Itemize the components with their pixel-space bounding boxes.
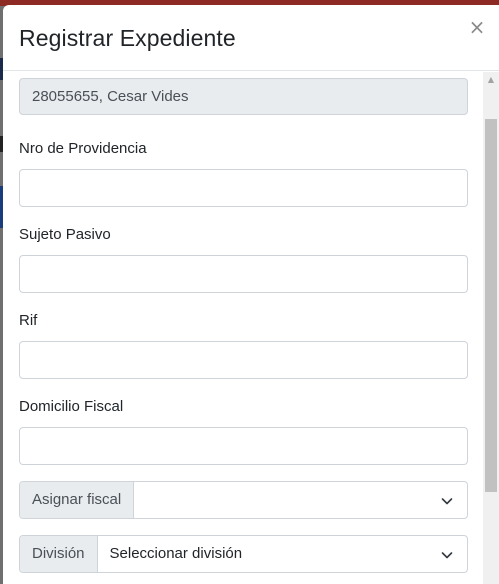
nro-providencia-input[interactable] <box>19 169 468 207</box>
division-selected-value: Seleccionar división <box>109 545 243 562</box>
division-select[interactable]: Seleccionar división <box>98 536 467 572</box>
registrar-expediente-modal: Registrar Expediente × 28055655, Cesar V… <box>3 5 499 584</box>
rif-label: Rif <box>19 312 38 329</box>
asignar-fiscal-group: Asignar fiscal <box>19 481 468 519</box>
modal-body: 28055655, Cesar Vides Nro de Providencia… <box>3 72 483 584</box>
chevron-down-icon <box>441 498 453 505</box>
division-label: División <box>20 536 98 572</box>
division-group: División Seleccionar división <box>19 535 468 573</box>
rif-input[interactable] <box>19 341 468 379</box>
chevron-down-icon <box>441 552 453 559</box>
contribuyente-field: 28055655, Cesar Vides <box>19 78 468 115</box>
scroll-up-icon[interactable]: ▲ <box>483 72 499 88</box>
modal-scrollbar[interactable]: ▲ <box>483 72 499 584</box>
scrollbar-thumb[interactable] <box>485 119 497 492</box>
modal-header: Registrar Expediente × <box>3 5 499 71</box>
domicilio-fiscal-input[interactable] <box>19 427 468 465</box>
sujeto-pasivo-input[interactable] <box>19 255 468 293</box>
close-icon[interactable]: × <box>467 17 487 37</box>
asignar-fiscal-label: Asignar fiscal <box>20 482 135 518</box>
domicilio-fiscal-label: Domicilio Fiscal <box>19 398 124 415</box>
asignar-fiscal-select[interactable] <box>134 482 467 518</box>
sujeto-pasivo-label: Sujeto Pasivo <box>19 226 111 243</box>
modal-title: Registrar Expediente <box>19 25 236 51</box>
nro-providencia-label: Nro de Providencia <box>19 140 147 157</box>
